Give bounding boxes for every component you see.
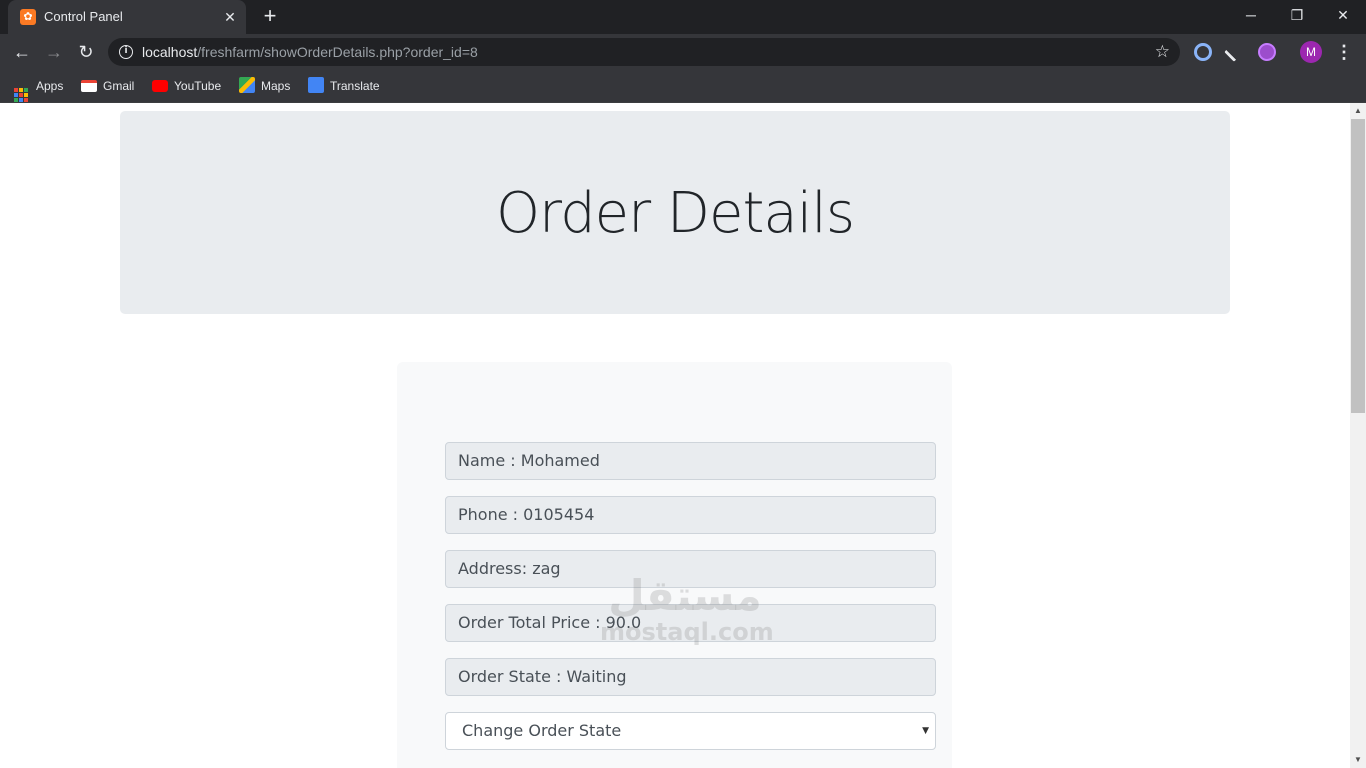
url-path: /freshfarm/showOrderDetails.php?order_id… [197,44,478,60]
new-tab-button[interactable]: + [258,5,282,29]
tab-close-icon[interactable]: ✕ [220,7,240,27]
page-title: Order Details [495,181,855,246]
back-button[interactable]: ← [8,38,36,66]
restore-button[interactable]: ❐ [1274,0,1320,30]
xampp-icon: ✿ [20,9,36,25]
phone-field[interactable]: Phone : 0105454 [445,496,936,534]
translate-icon [308,77,324,93]
close-window-button[interactable]: ✕ [1320,0,1366,30]
address-bar[interactable]: i localhost/freshfarm/showOrderDetails.p… [108,38,1180,66]
apps-grid-icon [14,88,28,102]
order-state-field[interactable]: Order State : Waiting [445,658,936,696]
caret-down-icon: ▼ [922,726,929,736]
bookmarks-bar: Apps Gmail YouTube Maps Translate [0,70,1366,103]
maps-icon [239,77,255,93]
bookmark-maps[interactable]: Maps [239,76,290,96]
vertical-scrollbar[interactable]: ▲ ▼ [1350,103,1366,768]
scroll-thumb[interactable] [1351,119,1365,413]
minimize-button[interactable]: ─ [1228,0,1274,30]
order-details-card: Name : Mohamed Phone : 0105454 Address: … [397,362,952,768]
scroll-up-icon[interactable]: ▲ [1350,103,1366,119]
browser-tab[interactable]: ✿ Control Panel ✕ [8,0,246,34]
bookmark-label: Maps [261,79,291,93]
extension-pen-icon[interactable] [1224,42,1244,62]
reload-button[interactable]: ↻ [72,38,100,66]
change-order-state-select[interactable]: Change Order State ▼ [445,712,936,750]
profile-avatar[interactable]: M [1300,41,1322,63]
bookmark-youtube[interactable]: YouTube [152,76,221,96]
browser-toolbar: ← → ↻ i localhost/freshfarm/showOrderDet… [0,34,1366,70]
youtube-icon [152,80,168,92]
gmail-icon [81,80,97,92]
select-value: Change Order State [462,721,622,740]
forward-button[interactable]: → [40,38,68,66]
bookmark-label: Translate [330,79,380,93]
name-field[interactable]: Name : Mohamed [445,442,936,480]
tab-strip: ✿ Control Panel ✕ + ─ ❐ ✕ [0,0,1366,34]
bookmark-apps[interactable]: Apps [14,76,64,102]
browser-menu-icon[interactable]: ⋮ [1334,38,1354,66]
page-content: Order Details Name : Mohamed Phone : 010… [0,103,1350,768]
scroll-down-icon[interactable]: ▼ [1350,752,1366,768]
header-jumbotron: Order Details [120,111,1230,314]
extension-globe-icon[interactable] [1258,43,1276,61]
total-price-field[interactable]: Order Total Price : 90.0 [445,604,936,642]
bookmark-gmail[interactable]: Gmail [81,76,134,96]
tab-title: Control Panel [44,9,123,24]
bookmark-label: Apps [36,79,64,93]
bookmark-label: Gmail [103,79,135,93]
bookmark-translate[interactable]: Translate [308,76,380,96]
bookmark-label: YouTube [174,79,222,93]
url-text: localhost/freshfarm/showOrderDetails.php… [142,44,478,60]
url-host: localhost [142,44,198,60]
address-field[interactable]: Address: zag [445,550,936,588]
site-info-icon[interactable]: i [119,45,133,59]
bookmark-star-icon[interactable]: ☆ [1155,41,1170,63]
extension-icon-1[interactable] [1194,43,1212,61]
